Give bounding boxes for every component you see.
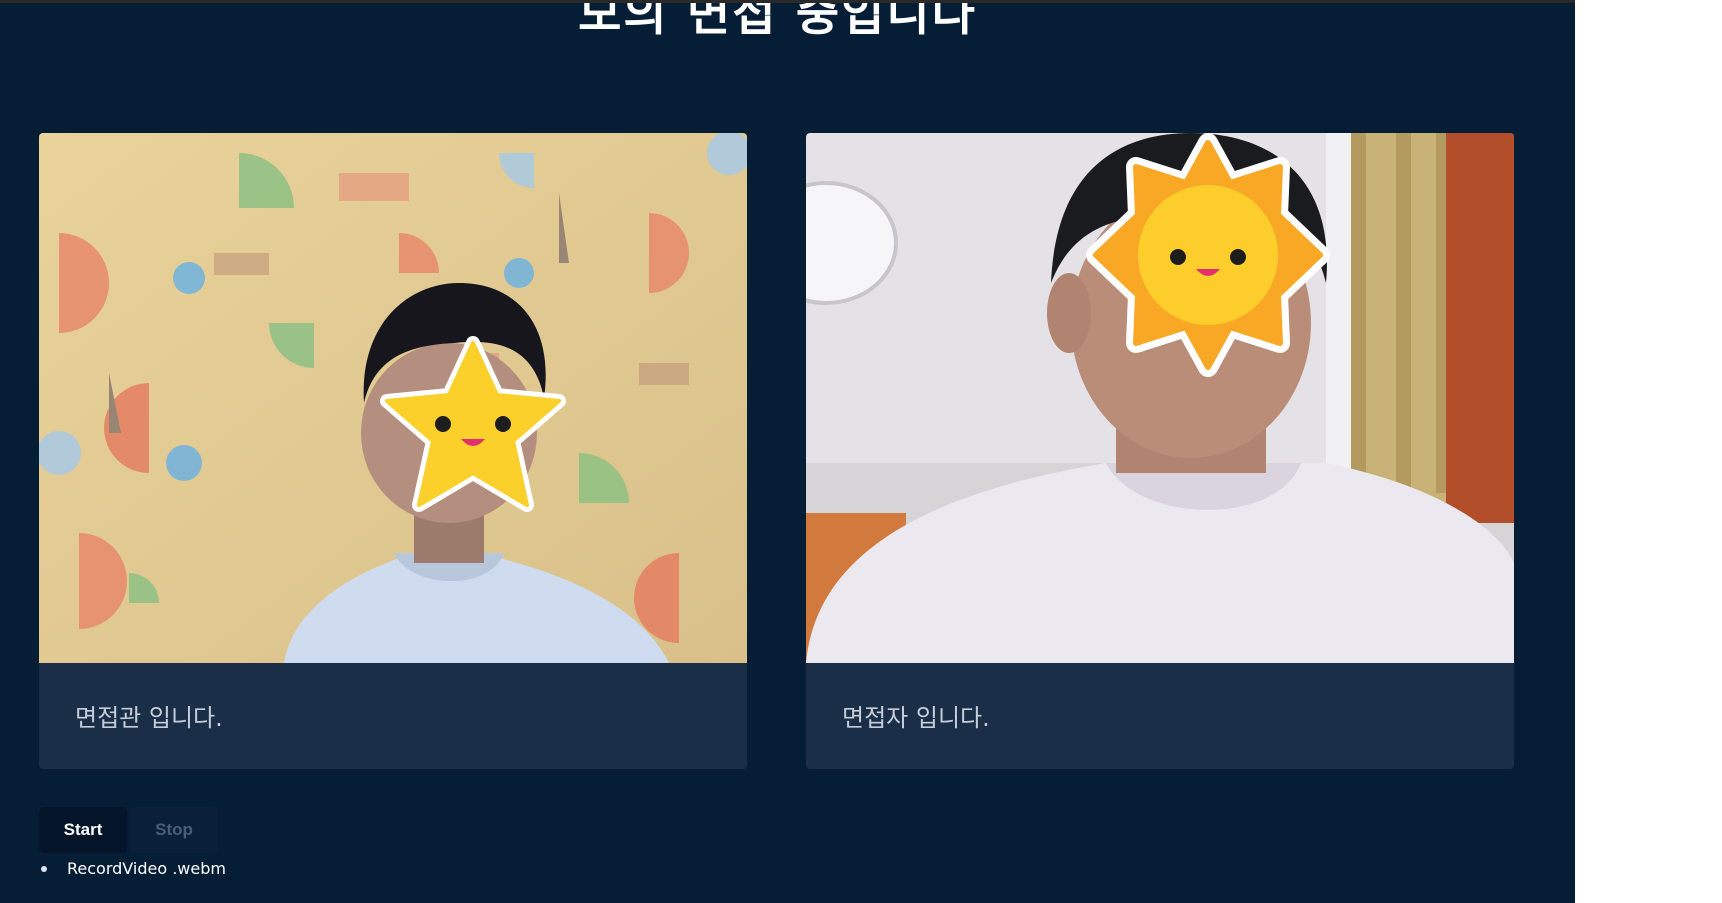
- page-title: 모의 면접 중입니다: [578, 0, 977, 42]
- start-recording-button[interactable]: Start: [39, 807, 127, 853]
- stop-recording-button[interactable]: Stop: [130, 807, 218, 853]
- recording-link[interactable]: RecordVideo .webm: [67, 859, 226, 878]
- app-window: 모의 면접 중입니다 면접관 입니다. 면접자 입니다. Start Stop …: [0, 0, 1575, 903]
- interviewee-card: 면접자 입니다.: [806, 133, 1514, 769]
- interviewee-video: [806, 133, 1514, 663]
- interviewer-caption: 면접관 입니다.: [75, 704, 223, 732]
- recording-item[interactable]: RecordVideo .webm: [40, 856, 226, 882]
- interviewee-caption: 면접자 입니다.: [842, 704, 990, 732]
- interviewer-card: 면접관 입니다.: [39, 133, 747, 769]
- recordings-list: RecordVideo .webm: [40, 856, 226, 882]
- bullet-icon: [41, 866, 47, 872]
- interviewer-video: [39, 133, 747, 663]
